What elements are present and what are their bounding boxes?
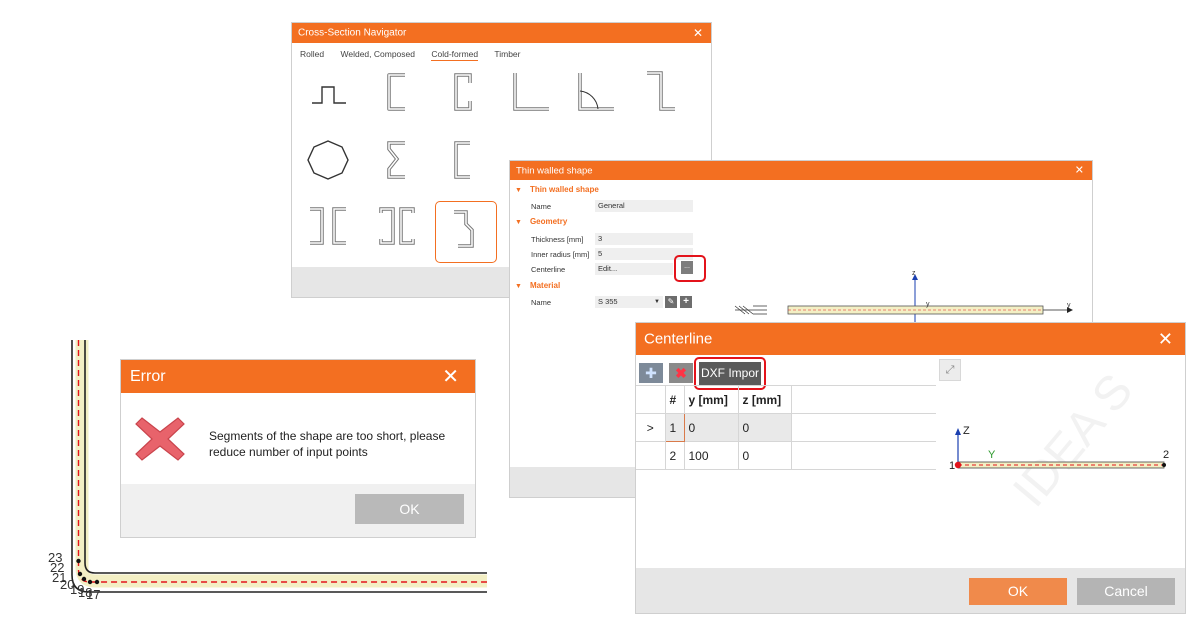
window-title: Error (130, 367, 166, 385)
angle-shape-icon[interactable] (499, 61, 559, 121)
preview-axis-z-label: Z (963, 425, 970, 437)
chevron-down-icon: ▼ (654, 299, 660, 305)
channel-rounded-shape-icon[interactable] (432, 129, 492, 189)
hat-shape-icon[interactable] (298, 61, 358, 121)
cell-y[interactable]: 100 (683, 441, 739, 470)
axis-z-label: z (912, 270, 916, 277)
thickness-field[interactable]: 3 (595, 233, 693, 245)
axis-y-local-label: y (926, 301, 930, 308)
lipped-channel-shape-icon[interactable] (432, 61, 492, 121)
material-value: S 355 (598, 297, 618, 306)
ok-button[interactable]: OK (355, 494, 464, 524)
centerline-table: # y [mm] z [mm] > 1 0 0 2 100 0 (636, 385, 936, 470)
column-header-filler (790, 385, 936, 414)
preview-point-start-label: 1 (949, 460, 956, 472)
double-channel-shape-icon[interactable] (298, 195, 358, 255)
material-name-label: Name (531, 298, 552, 307)
close-icon[interactable]: ✕ (1158, 330, 1173, 348)
channel-shape-icon[interactable] (367, 61, 427, 121)
edit-centerline-button[interactable]: ... (681, 261, 693, 274)
table-row[interactable]: > 1 0 0 (636, 413, 936, 442)
centerline-titlebar: Centerline ✕ (636, 323, 1185, 355)
section-title: Geometry (529, 217, 568, 226)
table-header-row: # y [mm] z [mm] (636, 385, 936, 414)
ok-button[interactable]: OK (969, 578, 1067, 605)
tab-rolled[interactable]: Rolled (300, 49, 324, 59)
row-marker-header (636, 385, 666, 414)
preview-point-end-label: 2 (1163, 449, 1170, 461)
tab-cold-formed[interactable]: Cold-formed (431, 49, 479, 61)
column-header-id: # (664, 385, 685, 414)
tab-welded-composed[interactable]: Welded, Composed (340, 49, 415, 59)
error-x-icon (135, 417, 185, 461)
close-icon[interactable]: ✕ (442, 367, 459, 387)
dxf-import-button[interactable]: DXF Impor (699, 362, 761, 385)
cell-z[interactable]: 0 (737, 441, 792, 470)
thickness-label: Thickness [mm] (531, 235, 584, 244)
section-geometry[interactable]: ▼ Geometry (515, 217, 567, 226)
add-row-button[interactable]: ✚ (639, 363, 663, 383)
axis-y-label: y (1067, 302, 1071, 309)
plus-icon: ✚ (645, 365, 657, 381)
column-header-z: z [mm] (737, 385, 792, 414)
error-titlebar: Error ✕ (121, 360, 475, 393)
row-marker: > (636, 413, 666, 442)
centerline-field[interactable]: Edit... (595, 263, 673, 275)
cell-id[interactable]: 2 (664, 441, 685, 470)
section-thin-walled-shape[interactable]: ▼ Thin walled shape (515, 185, 599, 194)
pencil-icon[interactable]: ✎ (665, 296, 677, 308)
navigator-tabs: Rolled Welded, Composed Cold-formed Timb… (300, 49, 535, 61)
window-title: Centerline (644, 330, 713, 348)
row-marker (636, 441, 666, 470)
cancel-button[interactable]: Cancel (1077, 578, 1175, 605)
cell-filler (790, 441, 936, 470)
delete-x-icon: ✖ (675, 365, 687, 381)
error-message-line: Segments of the shape are too short, ple… (209, 429, 446, 443)
cell-filler (790, 413, 936, 442)
close-icon[interactable]: ✕ (693, 27, 703, 39)
window-title: Cross-Section Navigator (298, 27, 407, 39)
expand-icon[interactable]: ⤢ (939, 359, 961, 381)
back-to-back-channel-shape-icon[interactable] (367, 195, 427, 255)
section-material[interactable]: ▼ Material (515, 281, 560, 290)
z-shape-icon[interactable] (629, 61, 689, 121)
centerline-preview (954, 428, 1166, 469)
error-dialog: Error ✕ Segments of the shape are too sh… (120, 359, 476, 538)
plus-icon[interactable]: + (680, 296, 692, 308)
name-field[interactable]: General (595, 200, 693, 212)
section-title: Material (529, 281, 561, 290)
column-header-y: y [mm] (683, 385, 739, 414)
name-label: Name (531, 202, 552, 211)
window-title: Thin walled shape (516, 165, 593, 176)
thin-walled-titlebar: Thin walled shape ✕ (510, 161, 1092, 180)
octagon-tube-shape-icon[interactable] (298, 129, 358, 189)
centerline-label: Centerline (531, 265, 566, 274)
preview-axis-y-label: Y (988, 449, 996, 461)
cell-id[interactable]: 1 (664, 413, 685, 442)
material-select[interactable]: S 355 ▼ (595, 296, 663, 308)
navigator-titlebar: Cross-Section Navigator ✕ (292, 23, 711, 43)
tab-timber[interactable]: Timber (494, 49, 520, 59)
inner-radius-label: Inner radius [mm] (531, 250, 590, 259)
general-thin-walled-shape-icon[interactable] (435, 201, 497, 263)
sigma-shape-icon[interactable] (367, 129, 427, 189)
delete-row-button[interactable]: ✖ (669, 363, 693, 383)
error-message: Segments of the shape are too short, ple… (209, 428, 445, 460)
cell-z[interactable]: 0 (737, 413, 792, 442)
error-message-line: reduce number of input points (209, 445, 368, 459)
point-label: 17 (86, 587, 101, 602)
centerline-window: Centerline ✕ IDEA S ✚ ✖ DXF Impor ⤢ # y … (635, 322, 1186, 614)
cell-y[interactable]: 0 (683, 413, 739, 442)
close-icon[interactable]: ✕ (1075, 165, 1084, 176)
table-row[interactable]: 2 100 0 (636, 441, 936, 470)
section-title: Thin walled shape (529, 185, 599, 194)
bent-angle-shape-icon[interactable] (564, 61, 624, 121)
